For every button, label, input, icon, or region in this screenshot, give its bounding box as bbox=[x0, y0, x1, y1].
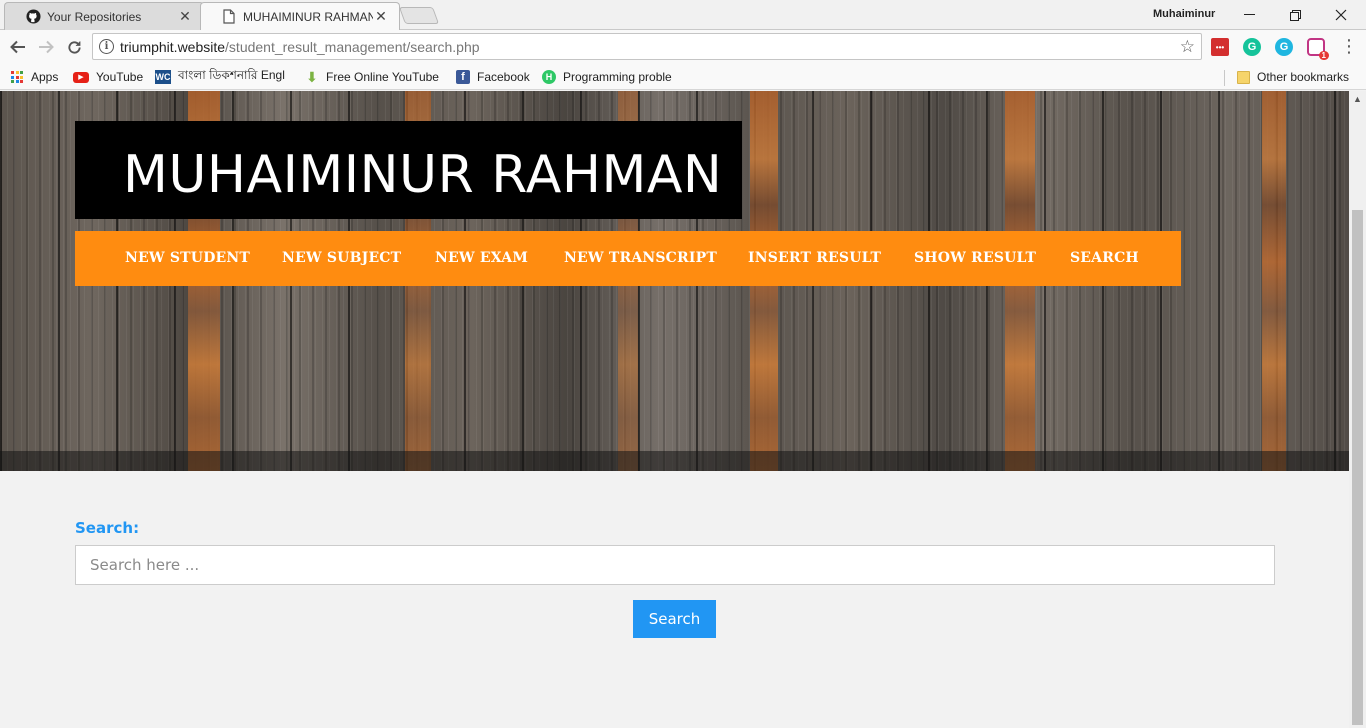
bookmark-label: YouTube bbox=[96, 70, 144, 84]
bookmark-star-icon[interactable]: ☆ bbox=[1180, 37, 1195, 57]
nav-new-transcript[interactable]: NEW TRANSCRIPT bbox=[564, 250, 717, 266]
tab-title: Your Repositories bbox=[47, 9, 142, 24]
site-title: MUHAIMINUR RAHMAN bbox=[123, 145, 723, 205]
bookmark-label: বাংলা ডিকশনারি Engl bbox=[178, 68, 285, 82]
scrollbar-thumb[interactable] bbox=[1352, 210, 1363, 725]
forward-arrow-icon[interactable] bbox=[35, 36, 57, 58]
bookmarks-bar: Apps ▶ YouTube WC বাংলা ডিকশনারি Engl ⬇ … bbox=[0, 64, 1366, 90]
bookmark-label: Programming proble bbox=[563, 70, 672, 84]
facebook-icon: f bbox=[456, 70, 470, 84]
bookmark-youtube[interactable]: ▶ YouTube bbox=[73, 68, 143, 86]
bookmarks-divider bbox=[1224, 70, 1225, 86]
tab-muhaiminur-rahman[interactable]: MUHAIMINUR RAHMAN ✕ bbox=[200, 2, 400, 30]
folder-icon bbox=[1237, 70, 1250, 84]
bookmark-label: Facebook bbox=[477, 70, 530, 84]
url-path: /student_result_management/search.php bbox=[225, 38, 480, 55]
instagram-icon[interactable]: 1 bbox=[1307, 38, 1329, 60]
grammarly-alt-icon[interactable]: G bbox=[1275, 38, 1293, 56]
info-icon[interactable]: i bbox=[99, 39, 114, 54]
download-arrow-icon: ⬇ bbox=[306, 68, 318, 85]
header-bottom-shade bbox=[0, 451, 1349, 471]
bookmark-free-online-youtube[interactable]: ⬇ Free Online YouTube bbox=[305, 68, 439, 86]
scroll-up-arrow-icon[interactable]: ▲ bbox=[1353, 94, 1362, 104]
site-title-box: MUHAIMINUR RAHMAN bbox=[75, 121, 742, 219]
header-wood-background: MUHAIMINUR RAHMAN NEW STUDENT NEW SUBJEC… bbox=[0, 91, 1349, 471]
nav-insert-result[interactable]: INSERT RESULT bbox=[748, 250, 881, 266]
search-button[interactable]: Search bbox=[633, 600, 716, 638]
bookmark-apps[interactable]: Apps bbox=[10, 68, 58, 86]
new-tab-button[interactable] bbox=[398, 7, 440, 24]
bookmark-bangla-dictionary[interactable]: WC বাংলা ডিকশনারি Engl bbox=[155, 68, 289, 86]
bookmark-label: Apps bbox=[31, 70, 59, 84]
address-bar[interactable]: i triumphit.website/student_result_manag… bbox=[92, 33, 1202, 60]
bookmark-label: Other bookmarks bbox=[1257, 70, 1350, 84]
wc-dictionary-icon: WC bbox=[155, 70, 171, 84]
main-navigation: NEW STUDENT NEW SUBJECT NEW EXAM NEW TRA… bbox=[75, 231, 1181, 286]
more-menu-icon[interactable]: ⋮ bbox=[1340, 36, 1358, 56]
github-icon bbox=[25, 9, 41, 25]
youtube-icon: ▶ bbox=[73, 71, 89, 83]
bookmark-other[interactable]: Other bookmarks bbox=[1237, 68, 1349, 86]
nav-search[interactable]: SEARCH bbox=[1070, 250, 1139, 266]
page-scrollbar[interactable]: ▲ bbox=[1349, 91, 1366, 728]
close-window-icon[interactable] bbox=[1318, 0, 1364, 30]
search-input[interactable] bbox=[75, 545, 1275, 585]
reload-icon[interactable] bbox=[63, 36, 85, 58]
close-icon[interactable]: ✕ bbox=[177, 8, 193, 25]
url-host: triumphit.website bbox=[120, 38, 226, 55]
hackerrank-icon: H bbox=[542, 70, 556, 84]
page-icon bbox=[221, 9, 237, 25]
nav-show-result[interactable]: SHOW RESULT bbox=[914, 250, 1036, 266]
browser-tab-strip: Your Repositories ✕ MUHAIMINUR RAHMAN ✕ … bbox=[0, 0, 1366, 30]
apps-grid-icon bbox=[10, 70, 24, 84]
back-arrow-icon[interactable] bbox=[7, 36, 29, 58]
bookmark-label: Free Online YouTube bbox=[326, 70, 439, 84]
tab-title: MUHAIMINUR RAHMAN bbox=[243, 9, 373, 24]
bookmark-programming-problems[interactable]: H Programming proble bbox=[542, 68, 677, 86]
browser-toolbar: i triumphit.website/student_result_manag… bbox=[0, 30, 1366, 64]
grammarly-icon[interactable]: G bbox=[1243, 38, 1261, 56]
restore-icon[interactable] bbox=[1272, 0, 1318, 30]
search-label: Search: bbox=[75, 519, 140, 537]
bookmark-facebook[interactable]: f Facebook bbox=[456, 68, 530, 86]
tab-your-repositories[interactable]: Your Repositories ✕ bbox=[4, 2, 204, 30]
nav-new-subject[interactable]: NEW SUBJECT bbox=[282, 250, 401, 266]
minimize-icon[interactable] bbox=[1226, 0, 1272, 30]
lastpass-icon[interactable]: ••• bbox=[1211, 38, 1229, 56]
page-viewport: MUHAIMINUR RAHMAN NEW STUDENT NEW SUBJEC… bbox=[0, 91, 1349, 728]
nav-new-exam[interactable]: NEW EXAM bbox=[435, 250, 528, 266]
profile-name[interactable]: Muhaiminur bbox=[1153, 8, 1215, 20]
wood-decoration bbox=[1262, 91, 1286, 471]
close-icon[interactable]: ✕ bbox=[373, 8, 389, 25]
nav-new-student[interactable]: NEW STUDENT bbox=[125, 250, 250, 266]
notification-badge: 1 bbox=[1318, 51, 1329, 60]
